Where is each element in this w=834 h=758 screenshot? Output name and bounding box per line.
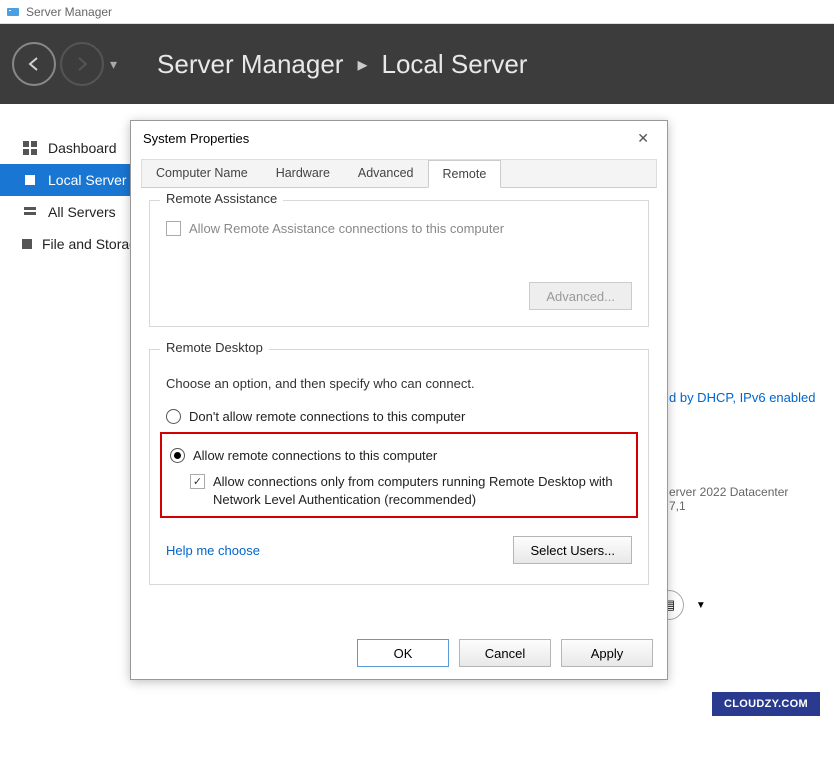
sidebar-item-all-servers[interactable]: All Servers <box>0 196 130 228</box>
dialog-title: System Properties <box>143 131 249 146</box>
ra-advanced-button: Advanced... <box>529 282 632 310</box>
group-legend: Remote Desktop <box>160 340 269 355</box>
breadcrumb-root[interactable]: Server Manager <box>157 49 343 80</box>
window-title: Server Manager <box>26 5 112 19</box>
rd-description: Choose an option, and then specify who c… <box>166 376 632 391</box>
radio-icon <box>166 409 181 424</box>
chevron-right-icon: ▸ <box>357 52 367 77</box>
cancel-button[interactable]: Cancel <box>459 639 551 667</box>
sidebar-item-local-server[interactable]: Local Server <box>0 164 130 196</box>
server-manager-icon <box>6 5 20 19</box>
servers-icon <box>20 205 40 219</box>
checkbox-label: Allow connections only from computers ru… <box>213 473 628 508</box>
tab-advanced[interactable]: Advanced <box>344 160 428 187</box>
os-line1: erver 2022 Datacenter <box>669 485 834 499</box>
radio-label: Don't allow remote connections to this c… <box>189 409 465 424</box>
tabstrip: Computer Name Hardware Advanced Remote <box>141 159 657 188</box>
dashboard-icon <box>20 141 40 155</box>
group-legend: Remote Assistance <box>160 191 283 206</box>
radio-label: Allow remote connections to this compute… <box>193 448 437 463</box>
checkbox-label: Allow Remote Assistance connections to t… <box>189 221 504 236</box>
breadcrumb: Server Manager ▸ Local Server <box>157 49 527 80</box>
nav-forward-button <box>60 42 104 86</box>
tab-hardware[interactable]: Hardware <box>262 160 344 187</box>
watermark-badge: CLOUDZY.COM <box>712 692 820 716</box>
highlight-annotation: Allow remote connections to this compute… <box>160 432 638 518</box>
window-titlebar: Server Manager <box>0 0 834 24</box>
header-bar: ▾ Server Manager ▸ Local Server <box>0 24 834 104</box>
ok-button[interactable]: OK <box>357 639 449 667</box>
os-line2: 7,1 <box>669 499 834 513</box>
tab-remote[interactable]: Remote <box>428 160 502 188</box>
checkbox-icon <box>166 221 181 236</box>
tab-computer-name[interactable]: Computer Name <box>142 160 262 187</box>
remote-assistance-group: Remote Assistance Allow Remote Assistanc… <box>149 200 649 327</box>
nav-back-button[interactable] <box>12 42 56 86</box>
server-icon <box>20 173 40 187</box>
storage-icon <box>20 237 34 251</box>
checkbox-icon: ✓ <box>190 474 205 489</box>
system-properties-dialog: System Properties ✕ Computer Name Hardwa… <box>130 120 668 680</box>
rd-nla-checkbox[interactable]: ✓ Allow connections only from computers … <box>190 473 628 508</box>
sidebar-item-file-storage[interactable]: File and Storage Services <box>0 228 130 260</box>
breadcrumb-current: Local Server <box>382 49 528 80</box>
apply-button[interactable]: Apply <box>561 639 653 667</box>
remote-desktop-group: Remote Desktop Choose an option, and the… <box>149 349 649 585</box>
rd-allow-radio[interactable]: Allow remote connections to this compute… <box>170 448 628 463</box>
sidebar-item-label: All Servers <box>48 204 116 220</box>
chevron-down-icon[interactable]: ▼ <box>694 600 708 611</box>
radio-icon <box>170 448 185 463</box>
rd-dont-allow-radio[interactable]: Don't allow remote connections to this c… <box>166 409 632 424</box>
sidebar-item-label: Dashboard <box>48 140 117 156</box>
help-me-choose-link[interactable]: Help me choose <box>166 543 260 558</box>
sidebar: Dashboard Local Server All Servers File … <box>0 104 130 758</box>
select-users-button[interactable]: Select Users... <box>513 536 632 564</box>
nav-history-dropdown[interactable]: ▾ <box>110 56 117 73</box>
sidebar-item-label: Local Server <box>48 172 127 188</box>
sidebar-item-dashboard[interactable]: Dashboard <box>0 132 130 164</box>
network-status[interactable]: d by DHCP, IPv6 enabled <box>669 390 834 405</box>
close-button[interactable]: ✕ <box>631 126 655 151</box>
allow-remote-assistance-checkbox[interactable]: Allow Remote Assistance connections to t… <box>166 221 632 236</box>
